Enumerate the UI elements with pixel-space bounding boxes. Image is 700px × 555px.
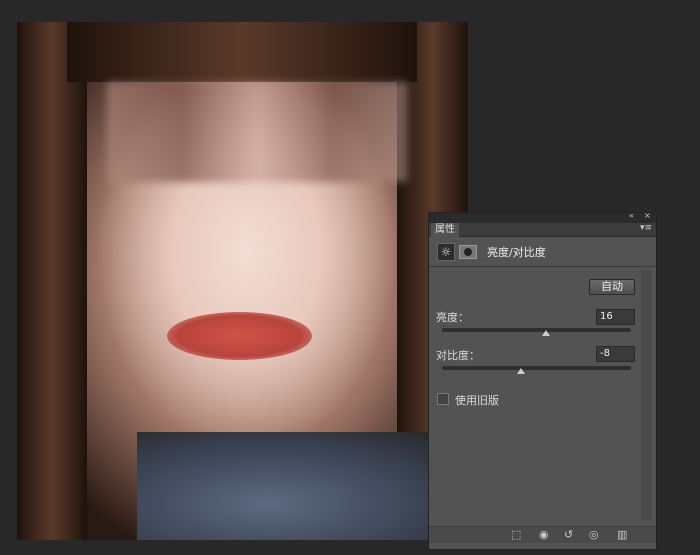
contrast-input[interactable]: -8 bbox=[596, 346, 635, 362]
contrast-slider[interactable] bbox=[442, 366, 631, 374]
scrollbar[interactable] bbox=[641, 270, 651, 520]
lips bbox=[167, 312, 312, 360]
trash-icon[interactable]: ▥ bbox=[617, 528, 627, 541]
eyes-blur bbox=[107, 82, 407, 182]
hair-left bbox=[17, 22, 87, 540]
legacy-checkbox[interactable] bbox=[437, 393, 449, 405]
mask-icon[interactable] bbox=[459, 244, 477, 259]
photo-canvas bbox=[17, 22, 468, 540]
brightness-slider[interactable] bbox=[442, 328, 631, 336]
panel-titlebar: « × bbox=[429, 211, 656, 223]
contrast-slider-thumb[interactable] bbox=[517, 368, 526, 374]
legacy-label: 使用旧版 bbox=[455, 394, 499, 407]
contrast-label: 对比度： bbox=[436, 349, 480, 362]
brightness-label: 亮度： bbox=[436, 311, 469, 324]
reset-icon[interactable]: ↺ bbox=[564, 528, 573, 541]
panel-menu-icon[interactable]: ▾≡ bbox=[640, 223, 652, 233]
brightness-input[interactable]: 16 bbox=[596, 309, 635, 325]
visibility-icon[interactable]: ◎ bbox=[589, 528, 599, 541]
tab-properties[interactable]: 属性 bbox=[431, 223, 459, 237]
clip-to-layer-icon[interactable]: ⬚ bbox=[511, 528, 521, 541]
close-icon[interactable]: × bbox=[644, 211, 651, 220]
auto-button[interactable]: 自动 bbox=[589, 279, 635, 295]
brightness-slider-thumb[interactable] bbox=[541, 330, 550, 336]
collapse-icon[interactable]: « bbox=[629, 211, 634, 220]
panel-footer: ⬚ ◉ ↺ ◎ ▥ bbox=[429, 526, 656, 543]
view-previous-icon[interactable]: ◉ bbox=[539, 528, 549, 541]
scarf bbox=[137, 432, 468, 540]
adjustment-title: 亮度/对比度 bbox=[487, 245, 546, 259]
brightness-adjustment-icon[interactable]: ☼ bbox=[437, 242, 455, 261]
properties-panel: « × 属性 ▾≡ ☼ 亮度/对比度 自动 亮度： 16 对比度： -8 使用旧… bbox=[428, 211, 657, 550]
hair-top bbox=[67, 22, 417, 82]
